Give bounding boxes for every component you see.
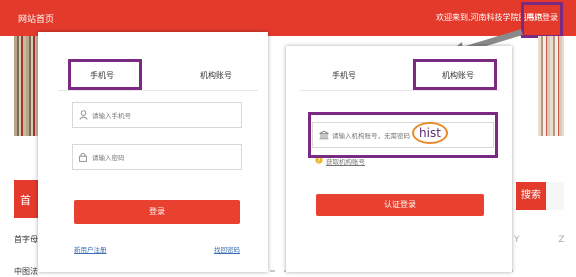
filter-label-clc: 中图法 xyxy=(14,267,38,276)
nav-strip xyxy=(546,182,564,210)
login-button[interactable]: 登录 xyxy=(74,200,240,224)
banner-image-right xyxy=(538,36,564,136)
verify-login-button[interactable]: 认证登录 xyxy=(316,194,484,216)
institution-input-highlight xyxy=(308,112,498,158)
forgot-password-link[interactable]: 找回密码 xyxy=(214,244,240,254)
search-button[interactable]: 搜索 xyxy=(516,182,546,210)
phone-input[interactable]: 请输入手机号 xyxy=(72,102,242,128)
banner-image-left xyxy=(14,36,38,136)
register-link[interactable]: 新用户注册 xyxy=(74,244,107,254)
user-icon xyxy=(79,110,88,120)
tab-divider xyxy=(300,90,500,91)
phone-placeholder: 请输入手机号 xyxy=(92,112,131,120)
svg-text:?: ? xyxy=(317,157,320,164)
password-placeholder: 请输入密码 xyxy=(92,154,125,162)
filter-label-initial: 首字母 xyxy=(14,235,38,244)
tab-phone[interactable]: 手机号 xyxy=(332,70,356,81)
tab-divider xyxy=(58,90,258,91)
institution-tab-highlight xyxy=(413,59,497,90)
lock-icon xyxy=(79,152,87,162)
alphabet-index[interactable]: Y Z xyxy=(514,235,576,245)
home-link[interactable]: 网站首页 xyxy=(18,12,54,25)
nav-item-home[interactable]: 首 xyxy=(14,180,38,218)
password-input[interactable]: 请输入密码 xyxy=(72,144,242,170)
hist-annotation: hist xyxy=(412,122,448,144)
phone-tab-highlight xyxy=(68,59,142,90)
tab-institution[interactable]: 机构账号 xyxy=(200,70,232,81)
